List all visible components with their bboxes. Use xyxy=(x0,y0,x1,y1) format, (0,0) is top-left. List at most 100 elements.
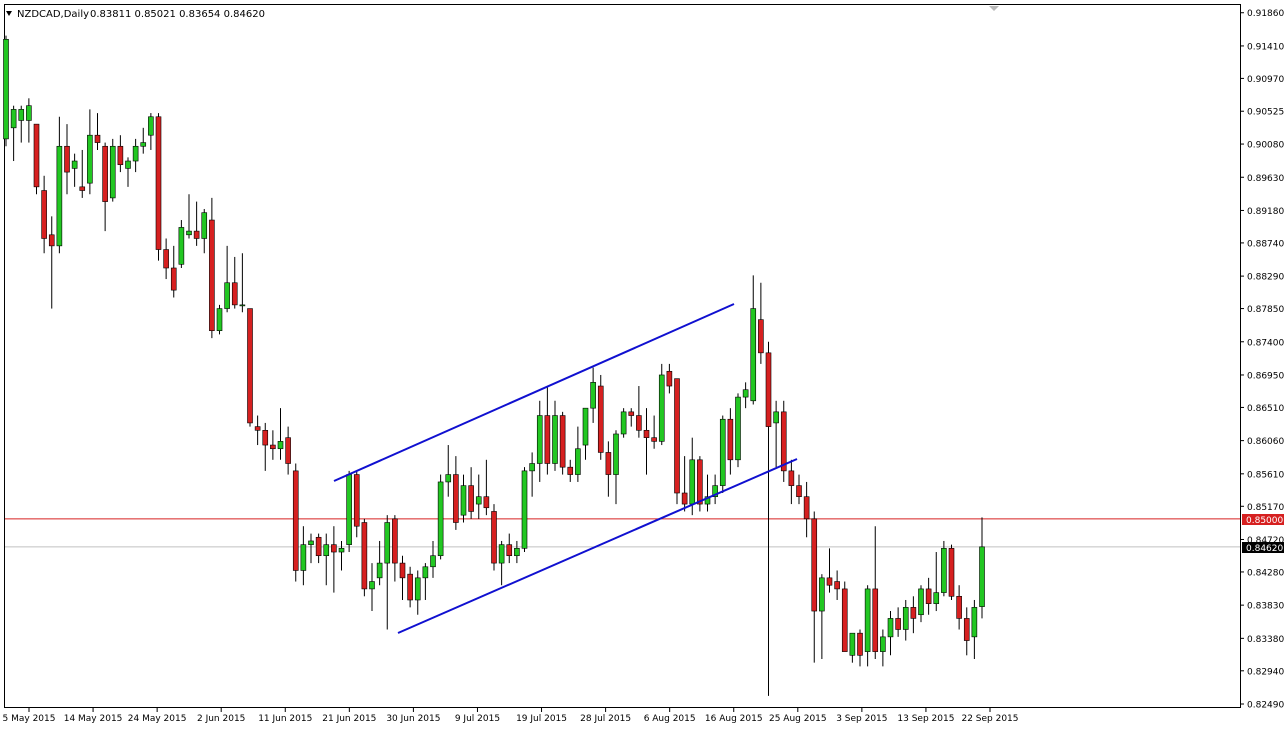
x-tick-label: 24 May 2015 xyxy=(128,714,187,724)
y-tick-label: 0.83830 xyxy=(1247,602,1284,612)
bullish-candle-body xyxy=(536,415,543,464)
bearish-candle-body xyxy=(841,588,848,652)
bullish-candle-body xyxy=(384,522,391,564)
bearish-candle-body xyxy=(727,418,734,461)
y-tick-label: 0.82490 xyxy=(1247,701,1284,711)
bullish-candle-body xyxy=(971,607,978,638)
bullish-candle-body xyxy=(109,145,116,199)
y-tick-label: 0.86060 xyxy=(1247,437,1284,447)
bearish-candle-body xyxy=(857,632,863,656)
bullish-candle-body xyxy=(18,109,25,121)
bearish-candle-body xyxy=(79,186,86,191)
bearish-candle-body xyxy=(956,595,962,619)
bullish-candle-body xyxy=(26,105,32,121)
y-tick-label: 0.84280 xyxy=(1247,568,1284,578)
bullish-candle-body xyxy=(369,581,375,590)
bullish-candle-body xyxy=(498,544,505,564)
y-tick-label: 0.87400 xyxy=(1247,338,1284,348)
bearish-candle-body xyxy=(796,485,802,497)
bullish-candle-body xyxy=(445,474,452,483)
x-tick-label: 19 Jul 2015 xyxy=(516,714,567,724)
bearish-candle-body xyxy=(33,123,40,188)
y-tick-label: 0.86510 xyxy=(1247,404,1284,414)
bullish-candle-body xyxy=(918,588,924,616)
bullish-candle-body xyxy=(186,230,192,236)
bearish-candle-body xyxy=(788,470,795,486)
bearish-candle-body xyxy=(155,116,162,250)
bearish-candle-body xyxy=(270,444,276,450)
bearish-candle-body xyxy=(643,429,650,438)
bullish-candle-body xyxy=(87,134,93,184)
bullish-candle-body xyxy=(460,485,467,516)
bearish-candle-body xyxy=(94,134,101,143)
x-tick-label: 22 Sep 2015 xyxy=(961,714,1018,724)
bullish-candle-body xyxy=(323,544,330,557)
bearish-candle-body xyxy=(331,544,337,553)
x-tick-label: 5 May 2015 xyxy=(3,714,56,724)
y-tick-label: 0.86950 xyxy=(1247,371,1284,381)
bullish-candle-body xyxy=(719,418,726,486)
chart-window[interactable]: NZDCAD,Daily 0.83811 0.85021 0.83654 0.8… xyxy=(0,0,1287,728)
bearish-candle-body xyxy=(361,522,368,590)
y-tick-label: 0.89180 xyxy=(1247,207,1284,217)
bearish-candle-body xyxy=(102,145,108,202)
bullish-candle-body xyxy=(3,38,9,140)
bearish-candle-body xyxy=(285,437,291,464)
bearish-candle-body xyxy=(262,429,269,446)
bearish-candle-body xyxy=(826,577,833,586)
y-tick-label: 0.90080 xyxy=(1247,141,1284,151)
bearish-candle-body xyxy=(559,415,566,468)
x-tick-label: 6 Aug 2015 xyxy=(644,714,696,724)
candlestick-chart[interactable]: NZDCAD,Daily 0.83811 0.85021 0.83654 0.8… xyxy=(0,0,1287,728)
bullish-candle-body xyxy=(201,212,208,239)
bearish-candle-body xyxy=(506,544,513,557)
x-tick-label: 25 Aug 2015 xyxy=(769,714,827,724)
bearish-candle-body xyxy=(803,496,810,520)
bullish-candle-body xyxy=(346,474,352,545)
bullish-candle-body xyxy=(941,548,947,593)
bullish-candle-body xyxy=(224,282,230,309)
bearish-candle-body xyxy=(41,190,47,239)
x-tick-label: 14 May 2015 xyxy=(64,714,123,724)
bullish-candle-body xyxy=(773,411,779,424)
bearish-candle-body xyxy=(895,618,901,630)
time-axis: 5 May 2015 14 May 2015 24 May 2015 2 Jun 20… xyxy=(3,708,1019,724)
symbol-label: NZDCAD,Daily xyxy=(17,9,89,20)
bearish-candle-body xyxy=(483,496,490,509)
price-axis: 0.91860 0.91410 0.90970 0.90525 0.90080 0.896… xyxy=(1240,9,1284,711)
y-tick-label: 0.90970 xyxy=(1247,75,1284,85)
bullish-candle-body xyxy=(10,109,17,129)
bearish-candle-body xyxy=(544,415,551,464)
bullish-candle-body xyxy=(750,308,757,402)
bearish-candle-body xyxy=(170,267,177,291)
bullish-candle-body xyxy=(902,607,909,630)
bearish-candle-body xyxy=(834,581,840,590)
bearish-candle-body xyxy=(872,588,879,652)
bullish-candle-body xyxy=(529,463,535,472)
y-tick-label: 0.85610 xyxy=(1247,470,1284,480)
bullish-candle-body xyxy=(620,411,627,435)
bullish-candle-body xyxy=(56,145,63,247)
y-tick-label: 0.91860 xyxy=(1247,9,1284,19)
bullish-candle-body xyxy=(437,481,444,557)
bullish-candle-body xyxy=(735,396,741,461)
bullish-candle-body xyxy=(308,540,314,545)
bearish-candle-body xyxy=(353,474,360,527)
bearish-candle-body xyxy=(636,415,642,431)
bearish-candle-body xyxy=(209,219,215,332)
bullish-candle-body xyxy=(742,389,749,398)
bullish-candle-body xyxy=(552,415,558,464)
bullish-candle-body xyxy=(475,496,482,505)
x-tick-label: 13 Sep 2015 xyxy=(897,714,954,724)
bearish-candle-body xyxy=(567,466,574,475)
bearish-candle-body xyxy=(948,548,955,597)
bullish-candle-body xyxy=(430,555,436,568)
x-tick-label: 16 Aug 2015 xyxy=(705,714,763,724)
bullish-candle-body xyxy=(864,588,871,652)
bullish-candle-body xyxy=(582,407,589,446)
bullish-candle-body xyxy=(132,145,139,162)
y-tick-label: 0.82940 xyxy=(1247,667,1284,677)
bearish-candle-body xyxy=(697,459,703,505)
y-tick-label: 0.88740 xyxy=(1247,239,1284,249)
x-tick-label: 9 Jul 2015 xyxy=(455,714,500,724)
